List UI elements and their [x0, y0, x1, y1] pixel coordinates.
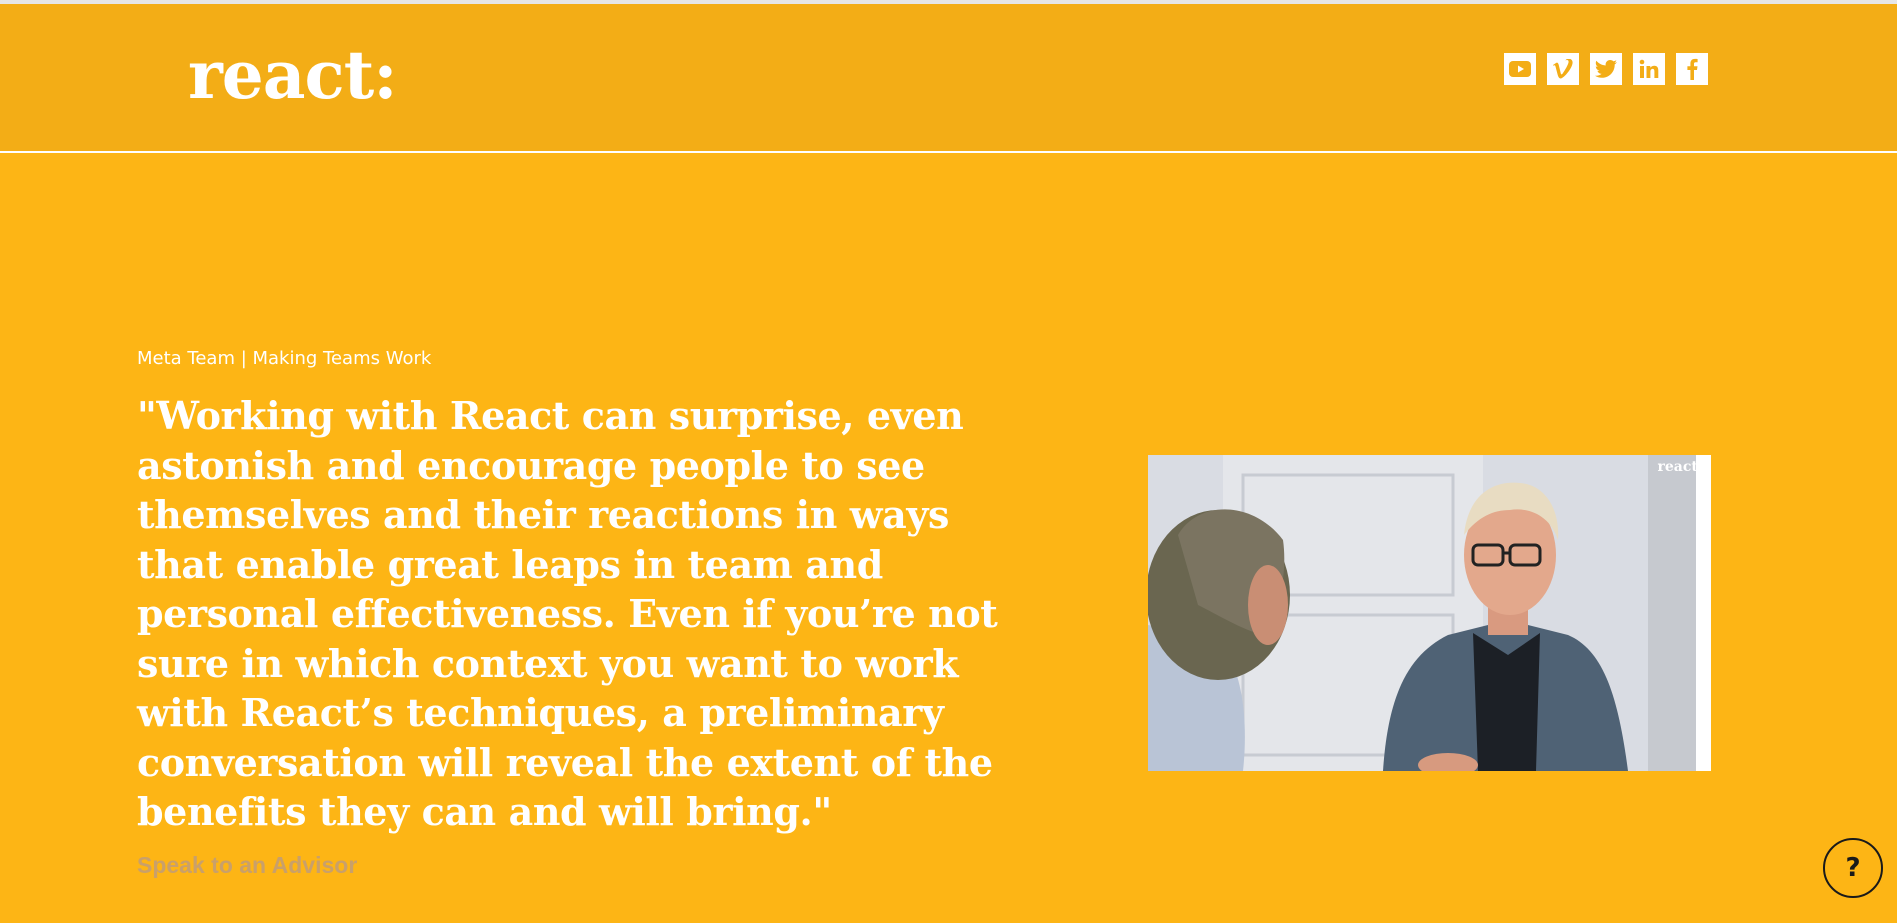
- social-links: [1504, 53, 1708, 85]
- section-eyebrow: Meta Team | Making Teams Work: [137, 348, 432, 369]
- linkedin-icon: [1639, 59, 1659, 78]
- facebook-link[interactable]: [1676, 53, 1708, 85]
- youtube-icon: [1509, 61, 1531, 77]
- twitter-icon: [1595, 60, 1617, 78]
- site-header: react:: [0, 4, 1897, 153]
- video-thumbnail[interactable]: react:: [1148, 455, 1711, 771]
- testimonial-quote: "Working with React can surprise, even a…: [137, 393, 998, 834]
- youtube-link[interactable]: [1504, 53, 1536, 85]
- video-watermark: react:: [1657, 459, 1703, 475]
- speak-to-advisor-link[interactable]: Speak to an Advisor: [137, 852, 357, 879]
- logo[interactable]: react:: [188, 42, 398, 108]
- twitter-link[interactable]: [1590, 53, 1622, 85]
- facebook-icon: [1687, 58, 1698, 80]
- video-still-image: [1148, 455, 1711, 771]
- vimeo-link[interactable]: [1547, 53, 1579, 85]
- help-button[interactable]: ?: [1823, 838, 1883, 898]
- linkedin-link[interactable]: [1633, 53, 1665, 85]
- vimeo-icon: [1553, 59, 1573, 79]
